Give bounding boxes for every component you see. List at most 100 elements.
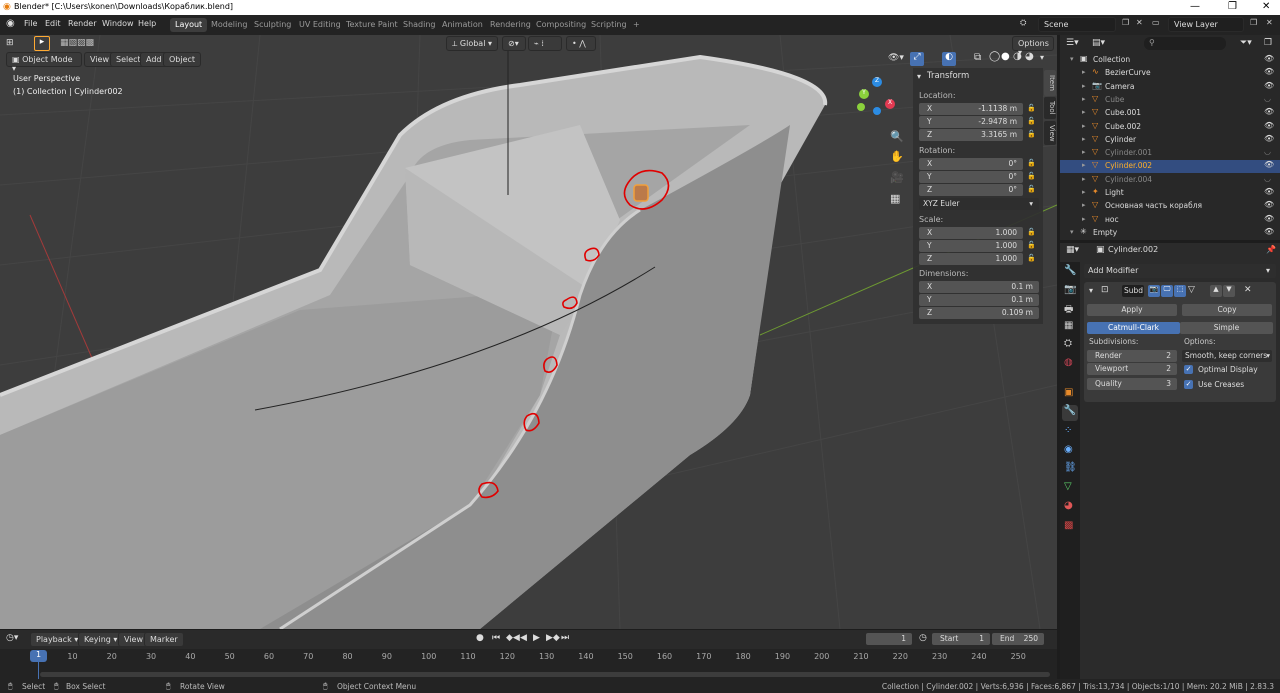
eye-closed-icon[interactable]: ◡	[1264, 174, 1271, 183]
select-mode-icons[interactable]: ▦▧▨▩	[60, 38, 94, 48]
lock-icon[interactable]: 🔓	[1027, 172, 1036, 180]
current-frame-field[interactable]: 1	[866, 633, 912, 645]
editor-type-icon[interactable]: ⊞	[6, 38, 14, 48]
eye-icon[interactable]: 👁	[1264, 160, 1274, 169]
close-button[interactable]: ✕	[1262, 1, 1270, 12]
proportional-editing-toggle[interactable]: • ⋀	[566, 36, 596, 51]
collapse-icon[interactable]: ▾	[917, 72, 921, 81]
dimensions-z-field[interactable]: Z 0.109 m	[919, 307, 1039, 319]
timeline-scrollbar[interactable]	[40, 672, 1050, 677]
use-creases-checkbox[interactable]: ✓	[1184, 380, 1193, 389]
ortho-toggle-icon[interactable]: ▦	[890, 192, 900, 205]
tab-rendering[interactable]: Rendering	[485, 18, 536, 32]
gizmo-x-axis[interactable]: X	[885, 99, 895, 109]
outliner-row[interactable]: ▸ ▽ Cube.001 👁	[1060, 107, 1280, 120]
tab-animation[interactable]: Animation	[437, 18, 488, 32]
shading-wireframe-icon[interactable]: ◯	[989, 51, 1000, 62]
expand-arrow-icon[interactable]: ▸	[1082, 188, 1086, 196]
options-button[interactable]: Options ▾	[1012, 36, 1054, 57]
expand-arrow-icon[interactable]: ▸	[1082, 175, 1086, 183]
menu-window[interactable]: Window	[102, 19, 134, 28]
overlays-toggle-icon[interactable]: ◐	[942, 52, 956, 66]
expand-arrow-icon[interactable]: ▸	[1082, 215, 1086, 223]
expand-arrow-icon[interactable]: ▾	[1070, 228, 1074, 236]
select-tool-icon[interactable]: ▸	[34, 36, 50, 51]
blender-menu-icon[interactable]: ◉	[6, 18, 15, 29]
render-tab-icon[interactable]: 📷	[1064, 284, 1076, 295]
view-layer-selector[interactable]: View Layer	[1168, 17, 1244, 32]
lock-icon[interactable]: 🔓	[1027, 104, 1036, 112]
shading-material-icon[interactable]: ◑	[1013, 51, 1022, 62]
object-mode-dropdown[interactable]: ▣ Object Mode ▾	[6, 52, 82, 73]
simple-button[interactable]: Simple	[1180, 322, 1273, 334]
shading-solid-icon[interactable]: ●	[1001, 51, 1010, 62]
outliner-row[interactable]: ▸ ✦ Light 👁	[1060, 187, 1280, 200]
menu-render[interactable]: Render	[68, 19, 96, 28]
keying-menu[interactable]: Keying ▾	[78, 632, 124, 647]
rotation-mode-dropdown[interactable]: XYZ Euler ▾	[919, 198, 1039, 210]
playback-menu[interactable]: Playback ▾	[30, 632, 85, 647]
copy-button[interactable]: Copy	[1182, 304, 1272, 316]
gizmo-toggle-icon[interactable]: ⤢	[910, 52, 924, 66]
zoom-icon[interactable]: 🔍	[890, 130, 904, 143]
new-scene-icon[interactable]: ❐	[1122, 18, 1129, 27]
menu-help[interactable]: Help	[138, 19, 156, 28]
data-tab-icon[interactable]: ▽	[1064, 481, 1072, 492]
lock-icon[interactable]: 🔓	[1027, 159, 1036, 167]
view-layer-tab-icon[interactable]: ▦	[1064, 320, 1073, 331]
expand-arrow-icon[interactable]: ▸	[1082, 108, 1086, 116]
add-modifier-dropdown[interactable]: Add Modifier ▾	[1084, 264, 1276, 278]
expand-arrow-icon[interactable]: ▸	[1082, 148, 1086, 156]
sidebar-tab-view[interactable]: View	[1044, 121, 1056, 145]
expand-arrow-icon[interactable]: ▸	[1082, 68, 1086, 76]
outliner-row[interactable]: ▸ ▽ Cylinder 👁	[1060, 134, 1280, 147]
end-frame-field[interactable]: End 250	[992, 633, 1044, 645]
lock-icon[interactable]: 🔓	[1027, 130, 1036, 138]
scene-selector[interactable]: Scene	[1038, 17, 1116, 32]
output-tab-icon[interactable]: 🖶	[1064, 302, 1073, 319]
tab-texture-paint[interactable]: Texture Paint	[341, 18, 403, 32]
marker-menu[interactable]: Marker	[144, 632, 184, 647]
gizmo-z-axis[interactable]: Z	[872, 77, 882, 87]
tab-modeling[interactable]: Modeling	[206, 18, 252, 32]
particles-tab-icon[interactable]: ⁘	[1064, 425, 1072, 436]
delete-scene-icon[interactable]: ✕	[1136, 18, 1143, 27]
properties-editor-icon[interactable]: ▦▾	[1066, 245, 1079, 255]
collapse-icon[interactable]: ▾	[1089, 286, 1093, 295]
viewport-levels-field[interactable]: Viewport 2	[1087, 363, 1177, 375]
maximize-button[interactable]: ❐	[1228, 1, 1237, 12]
tab-compositing[interactable]: Compositing	[531, 18, 591, 32]
eye-icon[interactable]: 👁	[1264, 134, 1274, 143]
playhead[interactable]: 1	[30, 650, 47, 662]
selected-cylinder[interactable]	[633, 184, 649, 202]
expand-arrow-icon[interactable]: ▸	[1082, 122, 1086, 130]
expand-arrow-icon[interactable]: ▸	[1082, 201, 1086, 209]
prev-keyframe-icon[interactable]: ◆◀	[506, 633, 520, 643]
sidebar-tab-tool[interactable]: Tool	[1044, 97, 1056, 119]
edit-mode-icon[interactable]: ⬚	[1174, 285, 1186, 297]
tool-tab-icon[interactable]: 🔧	[1064, 265, 1076, 276]
object-tab-icon[interactable]: ▣	[1064, 387, 1073, 398]
scale-x-field[interactable]: X 1.000	[919, 227, 1023, 239]
next-keyframe-icon[interactable]: ▶◆	[546, 633, 560, 643]
pivot-point-dropdown[interactable]: ⊘▾	[502, 36, 526, 51]
play-reverse-icon[interactable]: ◀	[520, 633, 527, 643]
outliner-row[interactable]: ▾ ▣ Collection 👁	[1060, 54, 1280, 67]
on-cage-icon[interactable]: ▽	[1188, 285, 1195, 295]
constraints-tab-icon[interactable]: ⛓	[1064, 462, 1077, 473]
scale-z-field[interactable]: Z 1.000	[919, 253, 1023, 265]
jump-end-icon[interactable]: ⏭	[561, 633, 569, 643]
outliner-row[interactable]: ▸ ▽ Cylinder.004 ◡	[1060, 174, 1280, 187]
delete-view-layer-icon[interactable]: ✕	[1266, 18, 1273, 27]
catmull-clark-button[interactable]: Catmull-Clark	[1087, 322, 1180, 334]
eye-closed-icon[interactable]: ◡	[1264, 147, 1271, 156]
snap-toggle[interactable]: ⌁ ⁞	[528, 36, 562, 51]
pan-hand-icon[interactable]: ✋	[890, 150, 904, 163]
outliner-row[interactable]: ▸ ▽ Cylinder.002 👁	[1060, 160, 1280, 174]
expand-arrow-icon[interactable]: ▸	[1082, 135, 1086, 143]
transform-header[interactable]: Transform	[927, 71, 969, 81]
rotation-z-field[interactable]: Z 0°	[919, 184, 1023, 196]
camera-view-icon[interactable]: 🎥	[890, 171, 904, 184]
location-y-field[interactable]: Y -2.9478 m	[919, 116, 1023, 128]
scale-y-field[interactable]: Y 1.000	[919, 240, 1023, 252]
